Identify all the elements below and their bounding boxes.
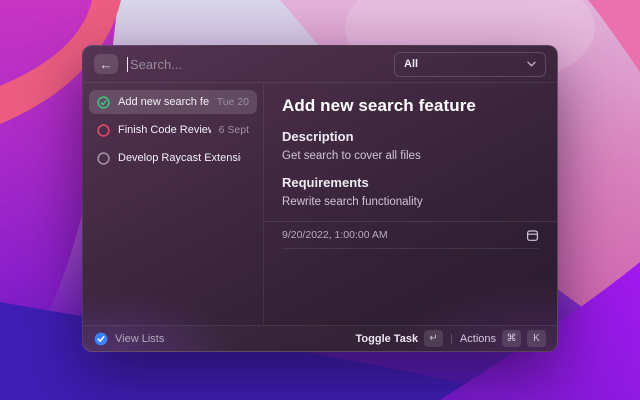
detail-title: Add new search feature: [282, 96, 539, 116]
k-key-icon: K: [527, 330, 546, 347]
section-heading-requirements: Requirements: [282, 175, 539, 190]
search-header: ← All: [83, 46, 557, 83]
todo-app-icon: [94, 332, 108, 346]
task-title: Finish Code Reviews: [118, 124, 211, 136]
section-heading-description: Description: [282, 129, 539, 144]
actions-label: Actions: [460, 333, 496, 345]
task-title: Add new search feature: [118, 96, 209, 108]
return-key-icon: ↵: [424, 330, 443, 347]
footer-separator: |: [450, 333, 453, 345]
filter-dropdown[interactable]: All: [394, 52, 546, 77]
section-body-requirements: Rewrite search functionality: [282, 196, 539, 208]
filter-dropdown-value: All: [404, 58, 418, 70]
task-title: Develop Raycast Extension: [118, 152, 241, 164]
due-date-value: 9/20/2022, 1:00:00 AM: [282, 229, 388, 241]
task-date: 6 Sept: [219, 124, 249, 136]
task-done-icon: [97, 96, 110, 109]
task-row[interactable]: Finish Code Reviews 6 Sept: [89, 118, 257, 142]
actions-button[interactable]: Actions ⌘ K: [460, 330, 546, 347]
window-body: Add new search feature Tue 20 Finish Cod…: [83, 83, 557, 325]
task-open-icon: [97, 124, 110, 137]
section-body-description: Get search to cover all files: [282, 150, 539, 162]
search-field: [127, 57, 385, 72]
toggle-task-button[interactable]: Toggle Task ↵: [356, 330, 444, 347]
back-arrow-icon: ←: [100, 58, 113, 71]
back-button[interactable]: ←: [94, 54, 118, 74]
detail-panel: Add new search feature Description Get s…: [264, 83, 557, 325]
app-window: ← All Add new search feature: [82, 45, 558, 352]
search-input[interactable]: [128, 57, 385, 72]
task-row[interactable]: Add new search feature Tue 20: [89, 90, 257, 114]
toggle-task-label: Toggle Task: [356, 333, 419, 345]
task-open-icon: [97, 152, 110, 165]
action-bar: View Lists Toggle Task ↵ | Actions ⌘ K: [83, 325, 557, 351]
chevron-down-icon: [527, 61, 536, 67]
task-list: Add new search feature Tue 20 Finish Cod…: [83, 83, 264, 325]
due-date-field[interactable]: 9/20/2022, 1:00:00 AM: [282, 222, 539, 249]
task-date: Tue 20: [217, 96, 249, 108]
view-lists-label: View Lists: [115, 333, 164, 345]
cmd-key-icon: ⌘: [502, 330, 521, 347]
task-row[interactable]: Develop Raycast Extension: [89, 146, 257, 170]
calendar-icon[interactable]: [526, 229, 539, 242]
